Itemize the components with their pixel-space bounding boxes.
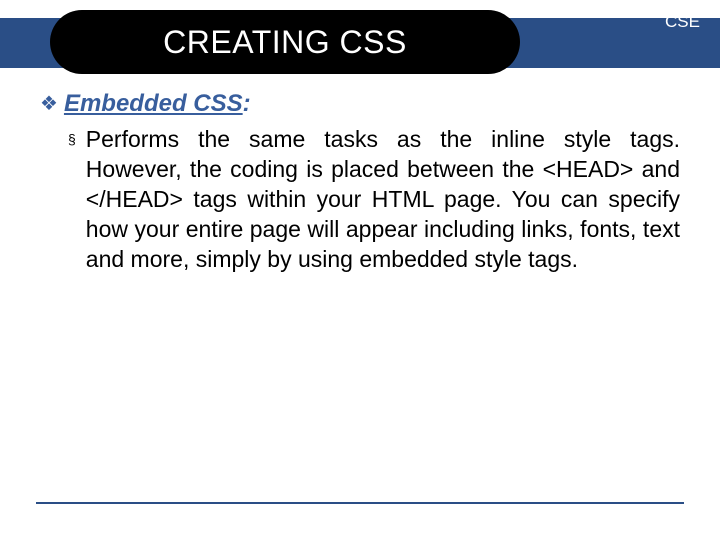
heading-row: ❖ Embedded CSS: xyxy=(40,90,680,118)
section-heading: Embedded CSS xyxy=(64,90,243,117)
course-badge: CSE xyxy=(665,12,700,32)
slide-title: CREATING CSS xyxy=(163,24,407,61)
body-text: Performs the same tasks as the inline st… xyxy=(86,124,680,274)
diamond-bullet-icon: ❖ xyxy=(40,90,58,118)
body-row: § Performs the same tasks as the inline … xyxy=(68,124,680,274)
section-heading-colon: : xyxy=(243,90,251,117)
footer-divider xyxy=(36,502,684,504)
title-pill: CREATING CSS xyxy=(50,10,520,74)
content-area: ❖ Embedded CSS: § Performs the same task… xyxy=(40,90,680,274)
heading-wrapper: Embedded CSS: xyxy=(64,90,251,118)
square-bullet-icon: § xyxy=(68,124,76,154)
